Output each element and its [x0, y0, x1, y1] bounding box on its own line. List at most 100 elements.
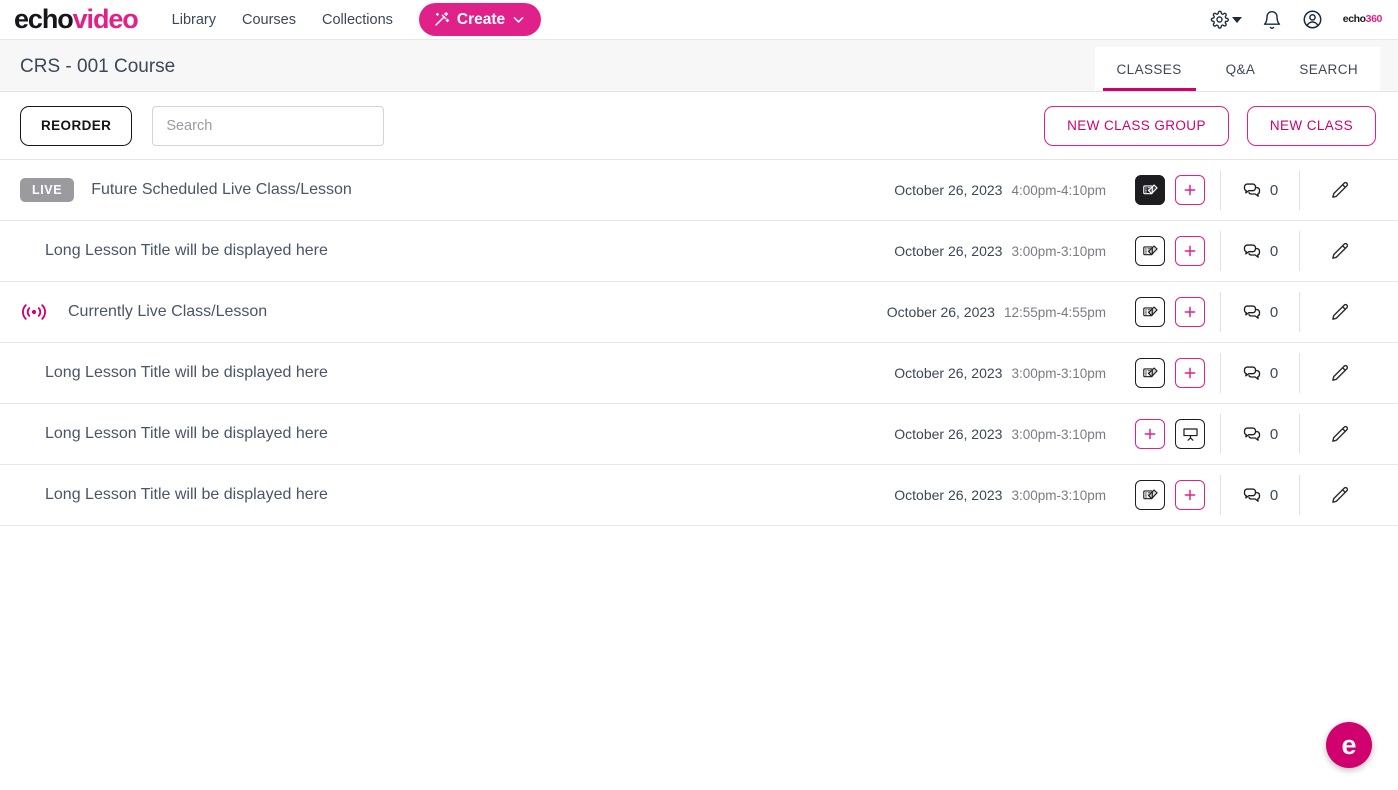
class-row-left: Long Lesson Title will be displayed here: [20, 364, 894, 382]
media-library-button[interactable]: [1135, 236, 1165, 266]
presentation-button[interactable]: [1175, 419, 1205, 449]
class-date: October 26, 2023: [894, 365, 1003, 381]
add-media-button[interactable]: [1175, 480, 1205, 510]
nav-right-cluster: echo360: [1210, 9, 1386, 30]
media-action-buttons: [1122, 175, 1218, 205]
add-media-button[interactable]: [1175, 297, 1205, 327]
class-row[interactable]: Long Lesson Title will be displayed here…: [0, 465, 1398, 526]
tab-search[interactable]: SEARCH: [1277, 47, 1380, 91]
class-date: October 26, 2023: [886, 304, 995, 320]
class-row[interactable]: Long Lesson Title will be displayed here…: [0, 343, 1398, 404]
search-input[interactable]: [152, 105, 385, 146]
comments-button[interactable]: 0: [1223, 241, 1297, 261]
class-datetime: October 26, 2023 12:55pm-4:55pm: [887, 304, 1106, 320]
action-divider: [1220, 292, 1221, 332]
logo-text-video: video: [72, 4, 139, 34]
comment-count: 0: [1269, 364, 1279, 382]
class-row-left: Long Lesson Title will be displayed here: [20, 486, 894, 504]
comments-button[interactable]: 0: [1223, 180, 1297, 200]
add-media-button[interactable]: [1175, 358, 1205, 388]
action-divider: [1220, 353, 1221, 393]
echovideo-logo[interactable]: echovideo: [14, 4, 139, 34]
class-row-actions: 0: [1122, 231, 1376, 271]
add-media-button[interactable]: [1175, 175, 1205, 205]
nav-link-courses[interactable]: Courses: [242, 12, 296, 28]
comments-icon: [1242, 302, 1262, 322]
bell-icon: [1262, 10, 1282, 30]
caret-down-icon: [1231, 16, 1242, 23]
edit-class-button[interactable]: [1302, 302, 1376, 323]
media-library-button[interactable]: [1135, 480, 1165, 510]
class-row[interactable]: LIVE Future Scheduled Live Class/Lesson Oc…: [0, 160, 1398, 221]
comment-count: 0: [1269, 486, 1279, 504]
edit-class-button[interactable]: [1302, 363, 1376, 384]
add-media-button[interactable]: [1135, 419, 1165, 449]
class-time: 3:00pm-3:10pm: [1011, 244, 1106, 259]
live-badge: LIVE: [20, 177, 75, 203]
org-logo-text-echo: echo: [1342, 13, 1366, 26]
help-chat-button[interactable]: e: [1326, 722, 1372, 768]
class-row-actions: 0: [1122, 414, 1376, 454]
media-library-button[interactable]: [1135, 358, 1165, 388]
action-divider: [1299, 414, 1300, 454]
create-button[interactable]: Create: [418, 3, 542, 36]
notifications-button[interactable]: [1262, 10, 1282, 30]
settings-menu-button[interactable]: [1210, 10, 1242, 29]
class-row-actions: 0: [1122, 475, 1376, 515]
action-divider: [1220, 170, 1221, 210]
user-account-button[interactable]: [1302, 9, 1323, 30]
comments-button[interactable]: 0: [1223, 485, 1297, 505]
comments-button[interactable]: 0: [1223, 424, 1297, 444]
class-title: Long Lesson Title will be displayed here: [45, 486, 328, 503]
class-time: 4:00pm-4:10pm: [1011, 183, 1106, 198]
comments-icon: [1242, 424, 1262, 444]
add-media-button[interactable]: [1175, 236, 1205, 266]
media-library-button[interactable]: [1135, 175, 1165, 205]
edit-class-button[interactable]: [1302, 241, 1376, 262]
class-date: October 26, 2023: [894, 182, 1003, 198]
media-action-buttons: [1122, 358, 1218, 388]
tab-classes[interactable]: CLASSES: [1094, 47, 1204, 91]
class-time: 3:00pm-3:10pm: [1011, 488, 1106, 503]
edit-class-button[interactable]: [1302, 424, 1376, 445]
pencil-icon: [1329, 363, 1350, 384]
tab-qa[interactable]: Q&A: [1203, 47, 1278, 91]
chevron-down-icon: [512, 13, 525, 26]
class-row-left: Long Lesson Title will be displayed here: [20, 242, 894, 260]
reorder-button[interactable]: REORDER: [20, 105, 133, 146]
edit-class-button[interactable]: [1302, 485, 1376, 506]
comment-count: 0: [1269, 425, 1279, 443]
course-tabs: CLASSES Q&A SEARCH: [1094, 47, 1398, 91]
course-sub-header: CRS - 001 Course CLASSES Q&A SEARCH: [0, 40, 1398, 92]
nav-link-collections[interactable]: Collections: [322, 12, 393, 28]
new-class-button[interactable]: NEW CLASS: [1246, 105, 1376, 146]
org-logo-text-360: 360: [1365, 13, 1383, 26]
on-air-broadcast-icon: [20, 301, 54, 323]
class-row[interactable]: Long Lesson Title will be displayed here…: [0, 404, 1398, 465]
comments-button[interactable]: 0: [1223, 302, 1297, 322]
class-row-actions: 0: [1122, 292, 1376, 332]
class-title: Long Lesson Title will be displayed here: [45, 242, 328, 259]
nav-link-library[interactable]: Library: [172, 12, 216, 28]
comments-icon: [1242, 363, 1262, 383]
class-row-actions: 0: [1122, 353, 1376, 393]
media-library-button[interactable]: [1135, 297, 1165, 327]
class-title: Currently Live Class/Lesson: [68, 303, 268, 320]
comments-icon: [1242, 241, 1262, 261]
comments-button[interactable]: 0: [1223, 363, 1297, 383]
class-datetime: October 26, 2023 4:00pm-4:10pm: [894, 182, 1106, 198]
class-row[interactable]: Currently Live Class/Lesson October 26, 2…: [0, 282, 1398, 343]
class-row[interactable]: Long Lesson Title will be displayed here…: [0, 221, 1398, 282]
action-divider: [1220, 414, 1221, 454]
class-time: 3:00pm-3:10pm: [1011, 366, 1106, 381]
logo-text-echo: echo: [14, 4, 74, 34]
new-class-group-button[interactable]: NEW CLASS GROUP: [1044, 105, 1229, 146]
class-time: 12:55pm-4:55pm: [1003, 305, 1106, 320]
edit-class-button[interactable]: [1302, 180, 1376, 201]
action-divider: [1299, 170, 1300, 210]
comments-icon: [1242, 485, 1262, 505]
class-list: LIVE Future Scheduled Live Class/Lesson Oc…: [0, 160, 1398, 526]
class-datetime: October 26, 2023 3:00pm-3:10pm: [894, 487, 1106, 503]
gear-icon: [1210, 10, 1229, 29]
action-divider: [1299, 353, 1300, 393]
